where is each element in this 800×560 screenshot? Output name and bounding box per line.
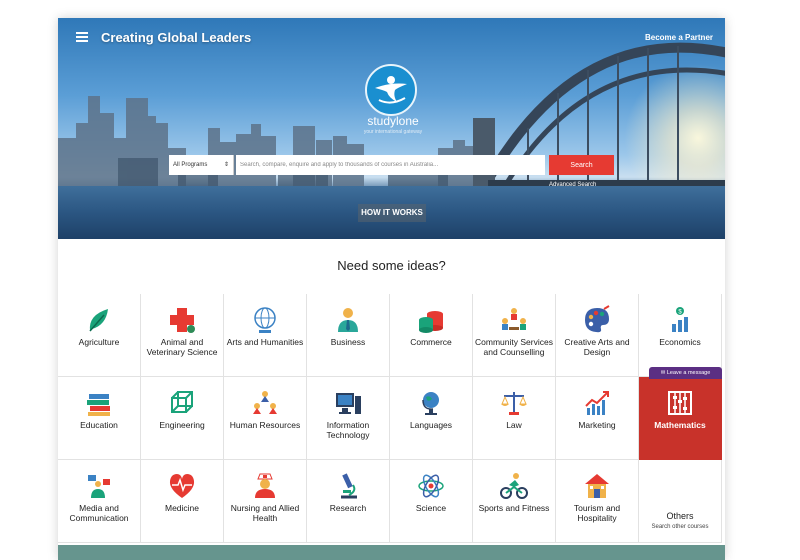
category-label: Creative Arts and Design bbox=[564, 337, 630, 357]
category-label: Economics bbox=[659, 337, 701, 347]
others-subtext: Search other courses bbox=[651, 524, 709, 530]
heart-pulse-icon bbox=[169, 474, 195, 498]
category-law[interactable]: Law bbox=[473, 377, 556, 460]
businessman-icon bbox=[338, 308, 358, 332]
atom-icon bbox=[418, 474, 444, 498]
cube-icon bbox=[171, 391, 193, 413]
category-medicine[interactable]: Medicine bbox=[141, 460, 224, 543]
category-label: Agriculture bbox=[78, 337, 120, 347]
logo-tagline: your international gateway bbox=[363, 129, 423, 135]
category-engineering[interactable]: Engineering bbox=[141, 377, 224, 460]
category-label: Arts and Humanities bbox=[226, 337, 304, 347]
how-it-works-button[interactable]: HOW IT WORKS bbox=[358, 204, 426, 222]
category-education[interactable]: Education bbox=[58, 377, 141, 460]
leave-message-button[interactable]: ✉ Leave a message bbox=[649, 367, 722, 379]
category-information-technology[interactable]: Information Technology bbox=[307, 377, 390, 460]
category-business[interactable]: Business bbox=[307, 294, 390, 377]
category-label: Animal and Veterinary Science bbox=[146, 337, 218, 357]
page-frame: Creating Global Leaders Become a Partner… bbox=[58, 18, 725, 560]
become-partner-link[interactable]: Become a Partner bbox=[645, 33, 713, 42]
category-mathematics[interactable]: Mathematics bbox=[639, 377, 722, 460]
hero-banner: Creating Global Leaders Become a Partner… bbox=[58, 18, 725, 239]
category-science[interactable]: Science bbox=[390, 460, 473, 543]
category-label: Research bbox=[329, 503, 367, 513]
program-select[interactable]: All Programs ⇕ bbox=[169, 155, 234, 175]
category-label: Medicine bbox=[164, 503, 200, 513]
category-label: Community Services and Counselling bbox=[475, 337, 553, 357]
category-research[interactable]: Research bbox=[307, 460, 390, 543]
cyclist-icon bbox=[500, 473, 528, 499]
advanced-search-link[interactable]: Advanced Search bbox=[549, 182, 596, 188]
top-bar: Creating Global Leaders Become a Partner bbox=[58, 18, 725, 58]
economics-chart-icon: $ bbox=[672, 307, 688, 332]
leaf-icon bbox=[89, 309, 108, 332]
ideas-heading: Need some ideas? bbox=[337, 258, 446, 273]
category-media-communication[interactable]: Media and Communication bbox=[58, 460, 141, 543]
category-creative-arts[interactable]: Creative Arts and Design bbox=[556, 294, 639, 377]
person-figure-icon bbox=[375, 76, 407, 104]
search-input[interactable] bbox=[236, 155, 545, 175]
category-commerce[interactable]: Commerce bbox=[390, 294, 473, 377]
category-label: Information Technology bbox=[326, 420, 370, 440]
desk-globe-icon bbox=[422, 392, 439, 415]
hamburger-menu-icon[interactable] bbox=[76, 32, 88, 42]
leave-message-label: Leave a message bbox=[666, 370, 711, 376]
category-label: Sports and Fitness bbox=[478, 503, 550, 513]
category-languages[interactable]: Languages bbox=[390, 377, 473, 460]
category-human-resources[interactable]: Human Resources bbox=[224, 377, 307, 460]
category-label: Law bbox=[506, 420, 522, 430]
computer-icon bbox=[336, 393, 361, 414]
category-label: Tourism and Hospitality bbox=[573, 503, 621, 523]
category-label: Others bbox=[666, 511, 694, 521]
category-label: Science bbox=[415, 503, 447, 513]
search-button[interactable]: Search bbox=[549, 155, 614, 175]
program-select-value: All Programs bbox=[173, 162, 208, 168]
category-nursing[interactable]: Nursing and Allied Health bbox=[224, 460, 307, 543]
studylone-logo[interactable] bbox=[365, 64, 417, 116]
category-label: Media and Communication bbox=[69, 503, 129, 523]
books-icon bbox=[87, 394, 110, 416]
category-label: Commerce bbox=[410, 337, 452, 347]
category-community-services[interactable]: Community Services and Counselling bbox=[473, 294, 556, 377]
category-label: Marketing bbox=[578, 420, 616, 430]
category-label: Human Resources bbox=[229, 420, 301, 430]
category-label: Nursing and Allied Health bbox=[230, 503, 300, 523]
category-agriculture[interactable]: Agriculture bbox=[58, 294, 141, 377]
chevron-updown-icon: ⇕ bbox=[223, 162, 229, 168]
category-animal-veterinary[interactable]: Animal and Veterinary Science bbox=[141, 294, 224, 377]
category-arts-humanities[interactable]: Arts and Humanities bbox=[224, 294, 307, 377]
trend-chart-icon bbox=[585, 391, 609, 415]
nurse-icon bbox=[255, 473, 275, 498]
coins-icon bbox=[419, 311, 443, 333]
category-label: Business bbox=[330, 337, 366, 347]
category-sports-fitness[interactable]: Sports and Fitness bbox=[473, 460, 556, 543]
media-icon bbox=[88, 475, 110, 498]
category-label: Mathematics bbox=[654, 420, 706, 430]
category-economics[interactable]: $ Economics bbox=[639, 294, 722, 377]
scales-icon bbox=[501, 392, 527, 415]
category-label: Engineering bbox=[159, 420, 205, 430]
microscope-icon bbox=[341, 473, 357, 499]
category-others[interactable]: Others Search other courses bbox=[639, 460, 722, 543]
logo-wordmark: studylone bbox=[367, 114, 419, 128]
meeting-icon bbox=[502, 308, 526, 330]
org-chart-icon bbox=[253, 391, 277, 414]
site-brand[interactable]: Creating Global Leaders bbox=[101, 30, 251, 45]
house-icon bbox=[585, 474, 609, 498]
category-tourism-hospitality[interactable]: Tourism and Hospitality bbox=[556, 460, 639, 543]
medical-cross-icon bbox=[170, 308, 195, 333]
abacus-icon bbox=[668, 391, 692, 415]
category-label: Education bbox=[80, 420, 118, 430]
globe-icon bbox=[254, 307, 276, 333]
category-label: Languages bbox=[409, 420, 453, 430]
palette-icon bbox=[585, 305, 610, 333]
footer-strip bbox=[58, 545, 725, 560]
category-marketing[interactable]: Marketing bbox=[556, 377, 639, 460]
